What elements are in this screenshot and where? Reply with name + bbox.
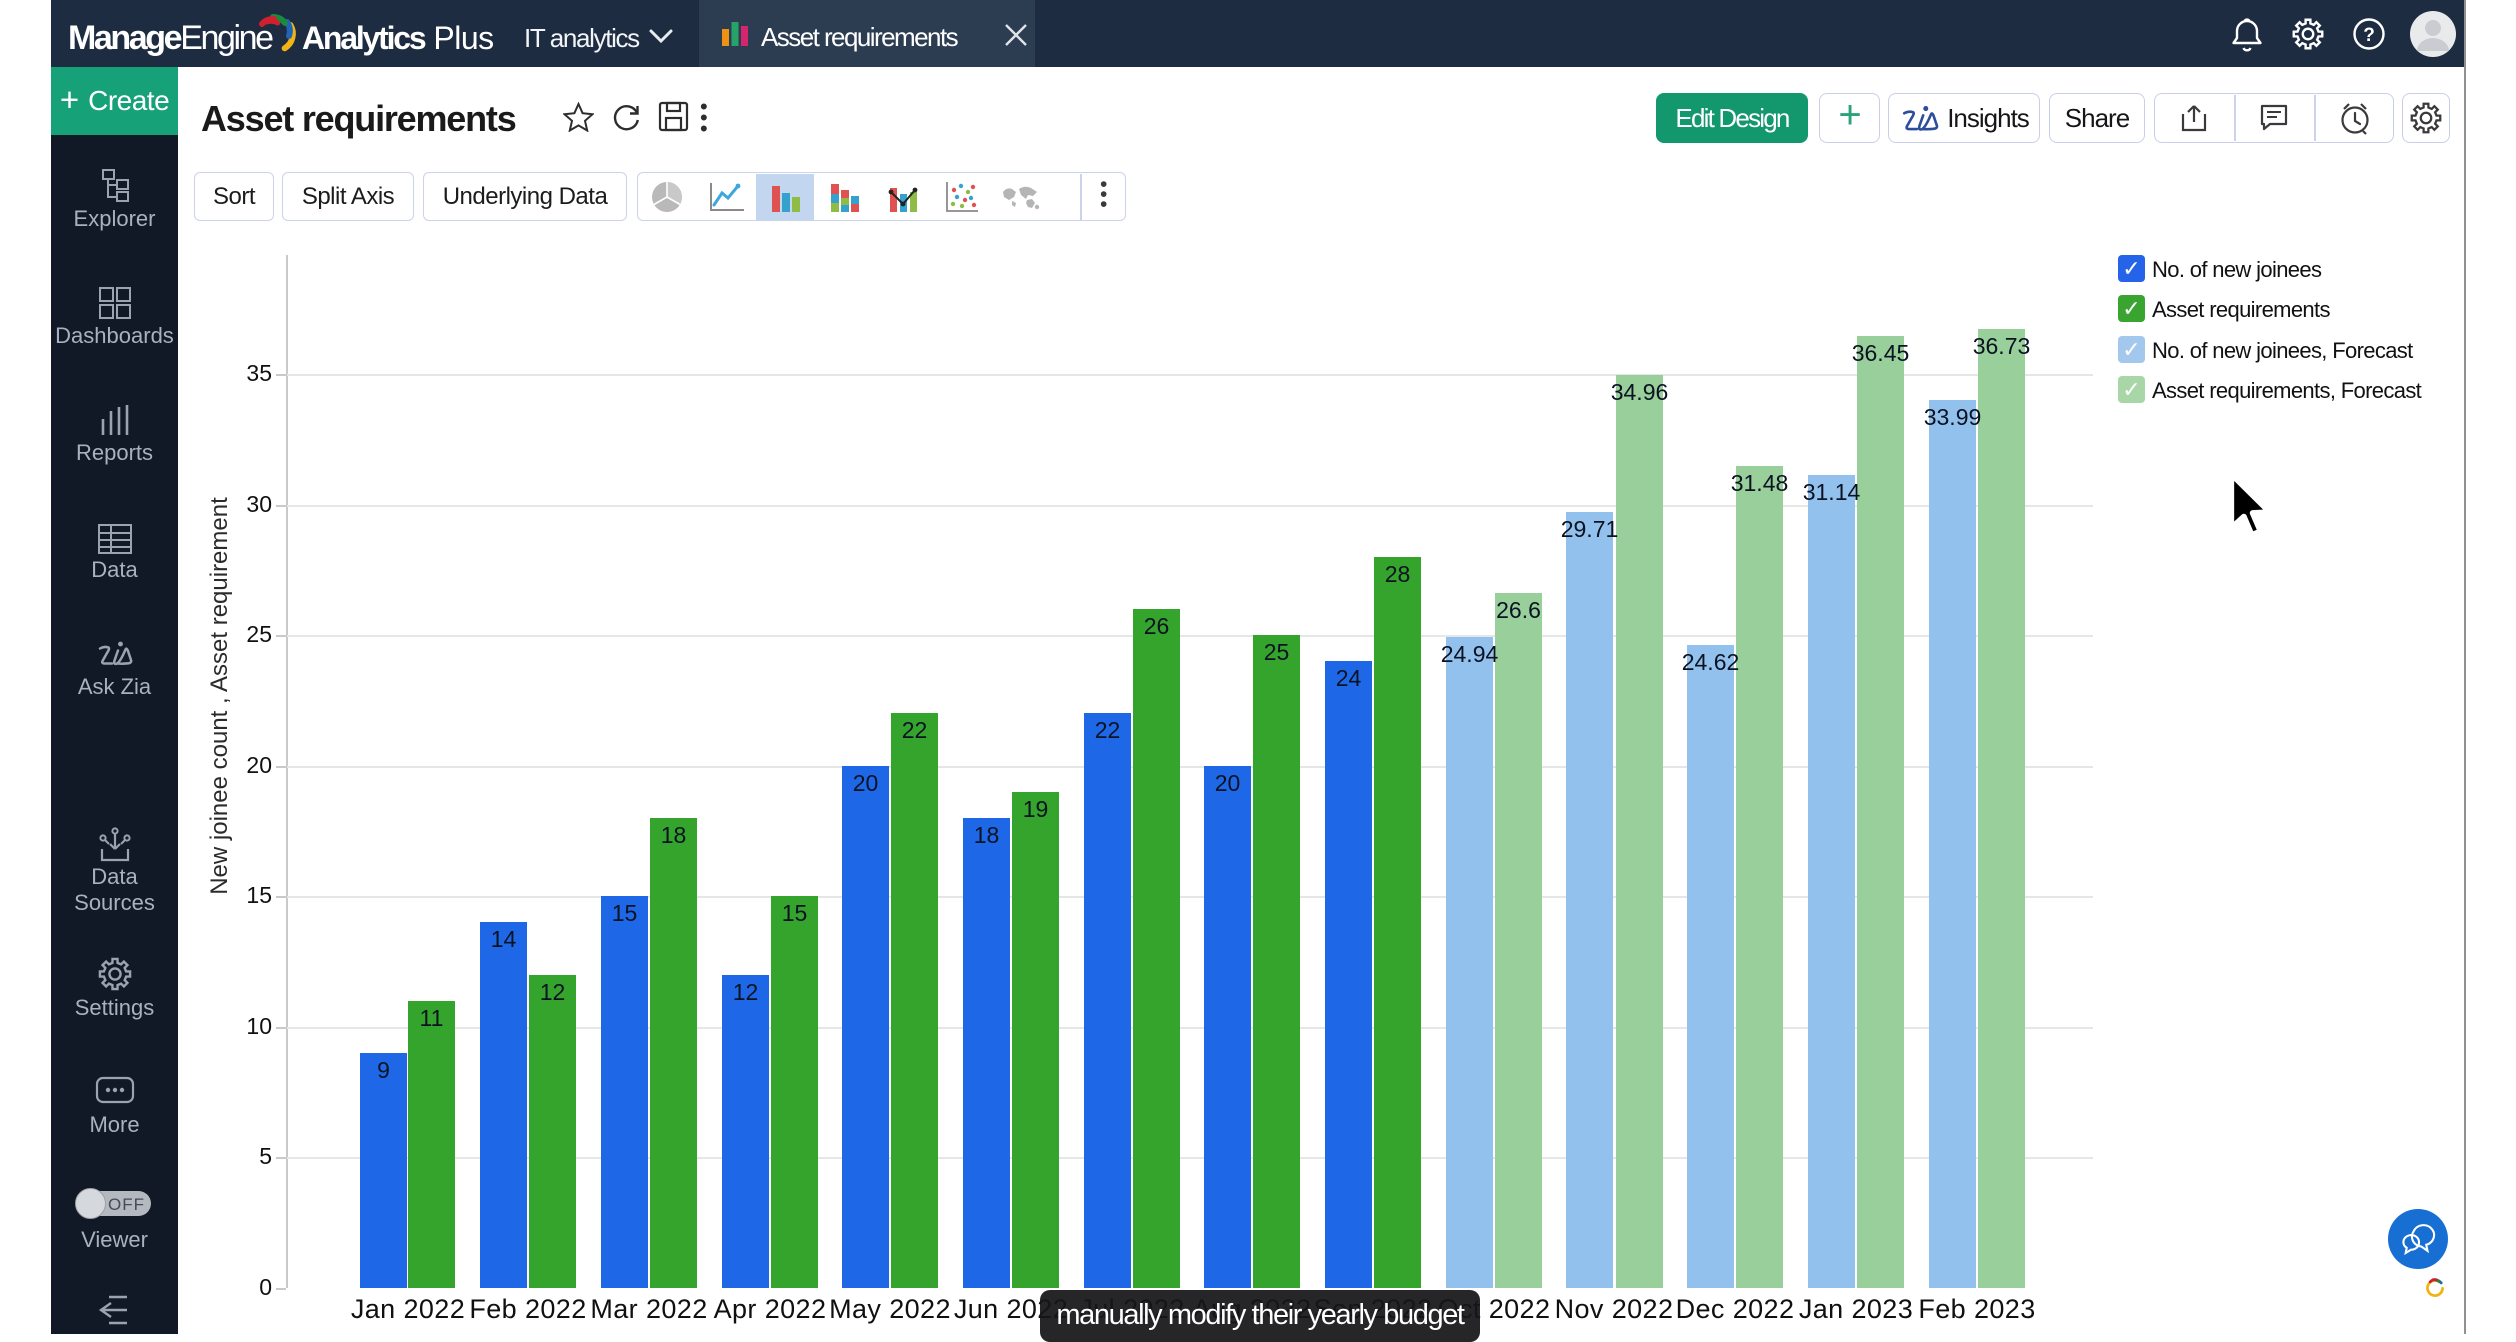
svg-text:?: ? <box>2363 25 2375 46</box>
